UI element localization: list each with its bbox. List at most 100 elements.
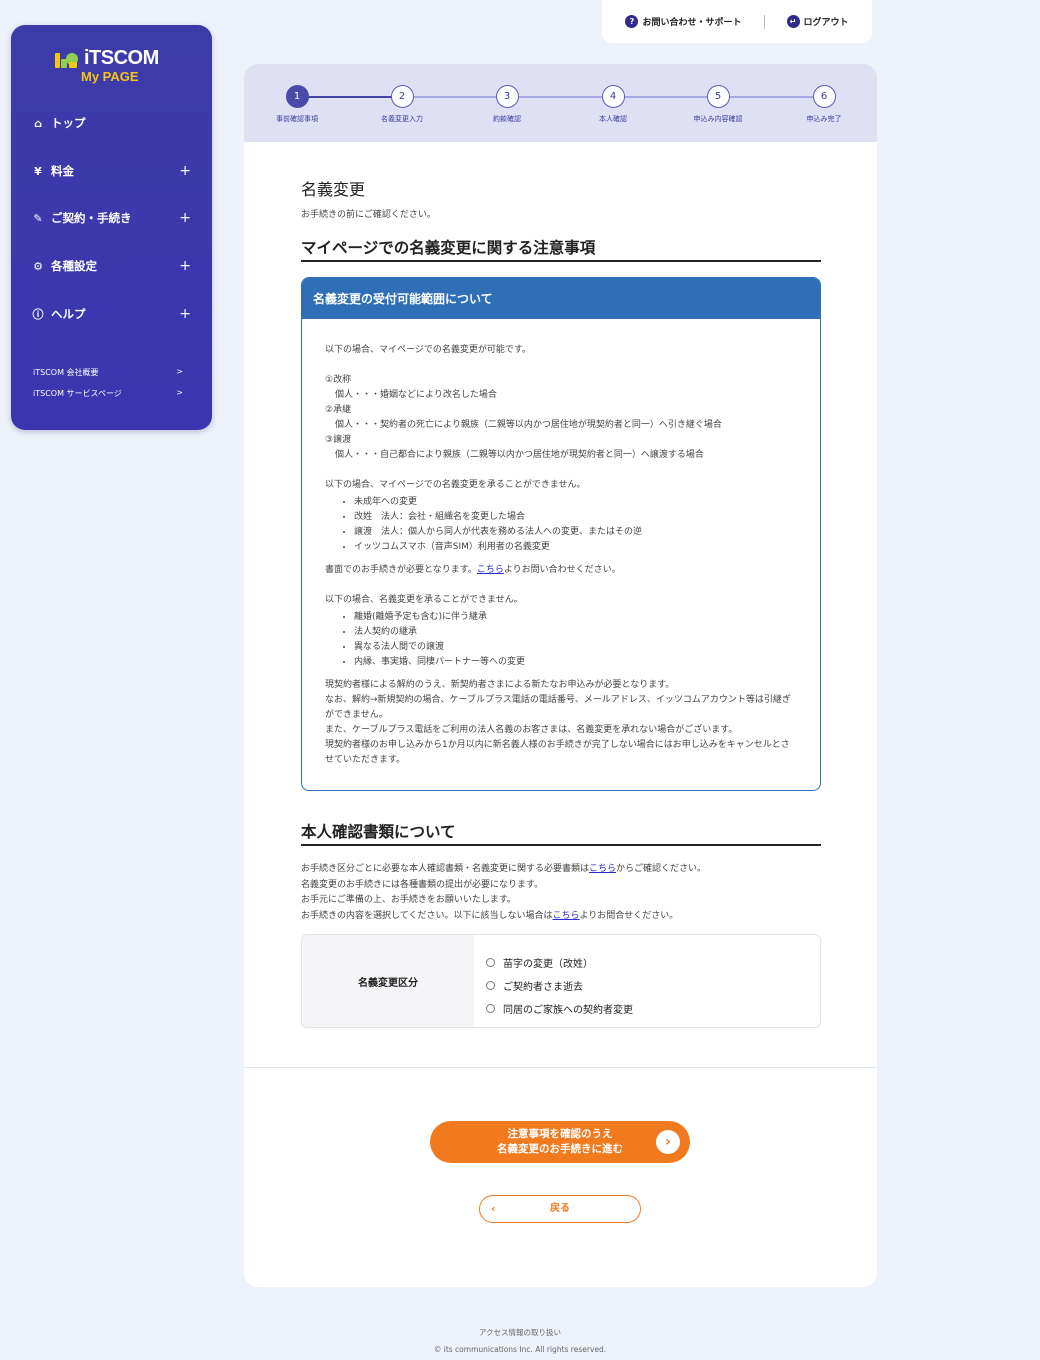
page-subtitle: お手続きの前にご確認ください。 (301, 210, 436, 220)
radio-button[interactable] (486, 958, 495, 967)
page-title: 名義変更 (301, 180, 366, 199)
top-utility-bar: ? お問い合わせ・サポート ↵ ログアウト (602, 0, 872, 43)
logo-mark-icon (55, 53, 78, 68)
intro-line: お手元にご準備の上、お手続きをお願いいたします。 (301, 895, 516, 905)
notice-body: 以下の場合、マイページでの名義変更が可能です。 ①改称 個人・・・婚姻などにより… (302, 319, 820, 790)
step-number: 6 (812, 85, 836, 108)
section-divider (244, 1067, 877, 1068)
step-label: 名義変更入力 (381, 115, 423, 123)
sidebar-item-fees[interactable]: ¥ 料金 + (31, 161, 191, 181)
option-surname-change[interactable]: 苗字の変更（改姓） (486, 951, 633, 974)
list-item: 離婚(離婚予定も含む)に伴う継承 (354, 610, 798, 625)
change-type-selector: 名義変更区分 苗字の変更（改姓） ご契約者さま逝去 同居のご家族への契約者変更 (301, 934, 821, 1028)
logout-link[interactable]: ↵ ログアウト (786, 15, 849, 28)
yen-icon: ¥ (34, 164, 42, 178)
logo-brand: iTSCOM (84, 47, 159, 69)
option-family-transfer[interactable]: 同居のご家族への契約者変更 (486, 997, 633, 1020)
step-4: 4 本人確認 (573, 85, 653, 124)
case-desc: 個人・・・契約者の死亡により親族（二親等以内かつ居住地が現契約者と同一）へ引き継… (335, 420, 722, 430)
paper-contact-link[interactable]: こちら (477, 565, 504, 575)
notice-box: 名義変更の受付可能範囲について 以下の場合、マイページでの名義変更が可能です。 … (301, 277, 821, 791)
paper-procedure-text: 書面でのお手続きが必要となります。こちらよりお問い合わせください。 (325, 563, 798, 578)
step-6: 6 申込み完了 (784, 85, 864, 124)
step-label: 本人確認 (599, 115, 627, 123)
step-number: 4 (601, 85, 625, 108)
logout-icon: ↵ (786, 15, 800, 28)
proceed-button[interactable]: 注意事項を確認のうえ 名義変更のお手続きに進む › (430, 1121, 690, 1163)
copyright: © its communications Inc. All rights res… (433, 1345, 607, 1354)
intro-text: お手続きの内容を選択してください。以下に該当しない場合は (301, 910, 553, 921)
support-link[interactable]: ? お問い合わせ・サポート (625, 15, 742, 28)
pen-icon: ✎ (33, 211, 43, 225)
sidebar-item-contract[interactable]: ✎ ご契約・手続き + (31, 208, 191, 228)
chevron-right-icon: › (656, 1130, 680, 1154)
note-line: 現契約者様による解約のうえ、新契約者さまによる新たなお申込みが必要となります。 (325, 680, 675, 690)
access-info-link[interactable]: アクセス情報の取り扱い (0, 1327, 1040, 1338)
main-card: 1 事前確認事項 2 名義変更入力 3 約款確認 4 本人確認 5 申込み内容確… (244, 64, 877, 1287)
step-label: 申込み内容確認 (693, 115, 743, 123)
sidebar-item-top[interactable]: ⌂ トップ (31, 113, 191, 133)
step-3: 3 約款確認 (467, 85, 547, 124)
radio-button[interactable] (486, 1004, 495, 1013)
topbar-divider (763, 14, 765, 29)
mypage-logo[interactable]: iTSCOM My PAGE (54, 47, 174, 87)
intro-line: お手続きの内容を選択してください。以下に該当しない場合はこちらよりお問合せくださ… (301, 909, 821, 925)
sidebar-link-service[interactable]: iTSCOM サービスページ > (33, 388, 183, 399)
step-label: 申込み完了 (806, 115, 842, 123)
list-item: イッツコムスマホ（音声SIM）利用者の名義変更 (354, 540, 798, 555)
step-number: 3 (495, 85, 519, 108)
logout-label: ログアウト (803, 18, 849, 28)
question-icon: ? (625, 15, 639, 28)
list-item: 法人契約の継承 (354, 625, 798, 640)
case-title: ③譲渡 (325, 435, 352, 445)
back-label: 戻る (550, 1203, 570, 1214)
note-line: なお、解約→新規契約の場合、ケーブルプラス電話の電話番号、メールアドレス、イッツ… (325, 695, 791, 720)
change-type-label: 名義変更区分 (302, 935, 474, 1027)
refused-intro: 以下の場合、名義変更を承ることができません。 (325, 595, 523, 605)
plus-icon: + (179, 210, 191, 226)
step-label: 約款確認 (493, 115, 521, 123)
note-line: また、ケーブルプラス電話をご利用の法人名義のお客さまは、名義変更を承れない場合が… (325, 725, 738, 735)
case-desc: 個人・・・婚姻などにより改名した場合 (335, 390, 497, 400)
chevron-right-icon: > (176, 388, 183, 397)
sidebar: iTSCOM My PAGE ⌂ トップ ¥ 料金 + ✎ ご契約・手続き + … (11, 25, 212, 430)
not-possible-intro: 以下の場合、マイページでの名義変更を承ることができません。 (325, 480, 586, 490)
refused-list: 離婚(離婚予定も含む)に伴う継承 法人契約の継承 異なる法人間での譲渡 内縁、事… (325, 610, 798, 670)
proceed-label-line1: 注意事項を確認のうえ (507, 1128, 613, 1140)
step-number: 2 (390, 85, 414, 108)
step-2: 2 名義変更入力 (362, 85, 442, 124)
documents-link[interactable]: こちら (589, 864, 616, 874)
sidebar-item-label: 各種設定 (51, 259, 97, 273)
step-1: 1 事前確認事項 (257, 85, 337, 124)
intro-line: 名義変更のお手続きには各種書類の提出が必要になります。 (301, 879, 544, 890)
intro-text: からご確認ください。 (616, 864, 707, 874)
plus-icon: + (179, 258, 191, 274)
option-contractor-deceased[interactable]: ご契約者さま逝去 (486, 974, 633, 997)
intro-line: お手続き区分ごとに必要な本人確認書類・名義変更に関する必要書類はこちらからご確認… (301, 862, 821, 878)
section-title-identity: 本人確認書類について (301, 820, 821, 846)
sidebar-link-company[interactable]: iTSCOM 会社概要 > (33, 367, 183, 378)
sidebar-item-help[interactable]: ⓘ ヘルプ + (31, 304, 192, 324)
sidebar-item-settings[interactable]: ⚙ 各種設定 + (31, 256, 191, 276)
main-content: 名義変更 お手続きの前にご確認ください。 マイページでの名義変更に関する注意事項… (301, 176, 821, 1028)
notice-intro: 以下の場合、マイページでの名義変更が可能です。 (325, 345, 531, 355)
intro-text: お手続き区分ごとに必要な本人確認書類・名義変更に関する必要書類は (301, 864, 590, 874)
gear-icon: ⚙ (33, 259, 43, 273)
footer: アクセス情報の取り扱い © its communications Inc. Al… (0, 1327, 1040, 1354)
sidebar-link-label: iTSCOM サービスページ (33, 389, 122, 398)
paper-text-before: 書面でのお手続きが必要となります。 (325, 565, 477, 575)
proceed-label-line2: 名義変更のお手続きに進む (497, 1143, 623, 1155)
step-5: 5 申込み内容確認 (678, 85, 758, 124)
section-title-notice: マイページでの名義変更に関する注意事項 (301, 236, 821, 262)
sidebar-item-label: ヘルプ (51, 307, 86, 321)
paper-text-after: よりお問い合わせください。 (503, 565, 621, 575)
option-label: 苗字の変更（改姓） (503, 959, 593, 970)
plus-icon: + (179, 163, 191, 179)
support-label: お問い合わせ・サポート (642, 18, 742, 28)
inquiry-link[interactable]: こちら (552, 911, 579, 921)
radio-button[interactable] (486, 981, 495, 990)
help-icon: ⓘ (32, 308, 44, 321)
note-line: 現契約者様のお申し込みから1か月以内に新名義人様のお手続きが完了しない場合にはお… (325, 740, 790, 765)
back-button[interactable]: ‹ 戻る (479, 1195, 641, 1223)
step-number: 5 (706, 85, 730, 108)
